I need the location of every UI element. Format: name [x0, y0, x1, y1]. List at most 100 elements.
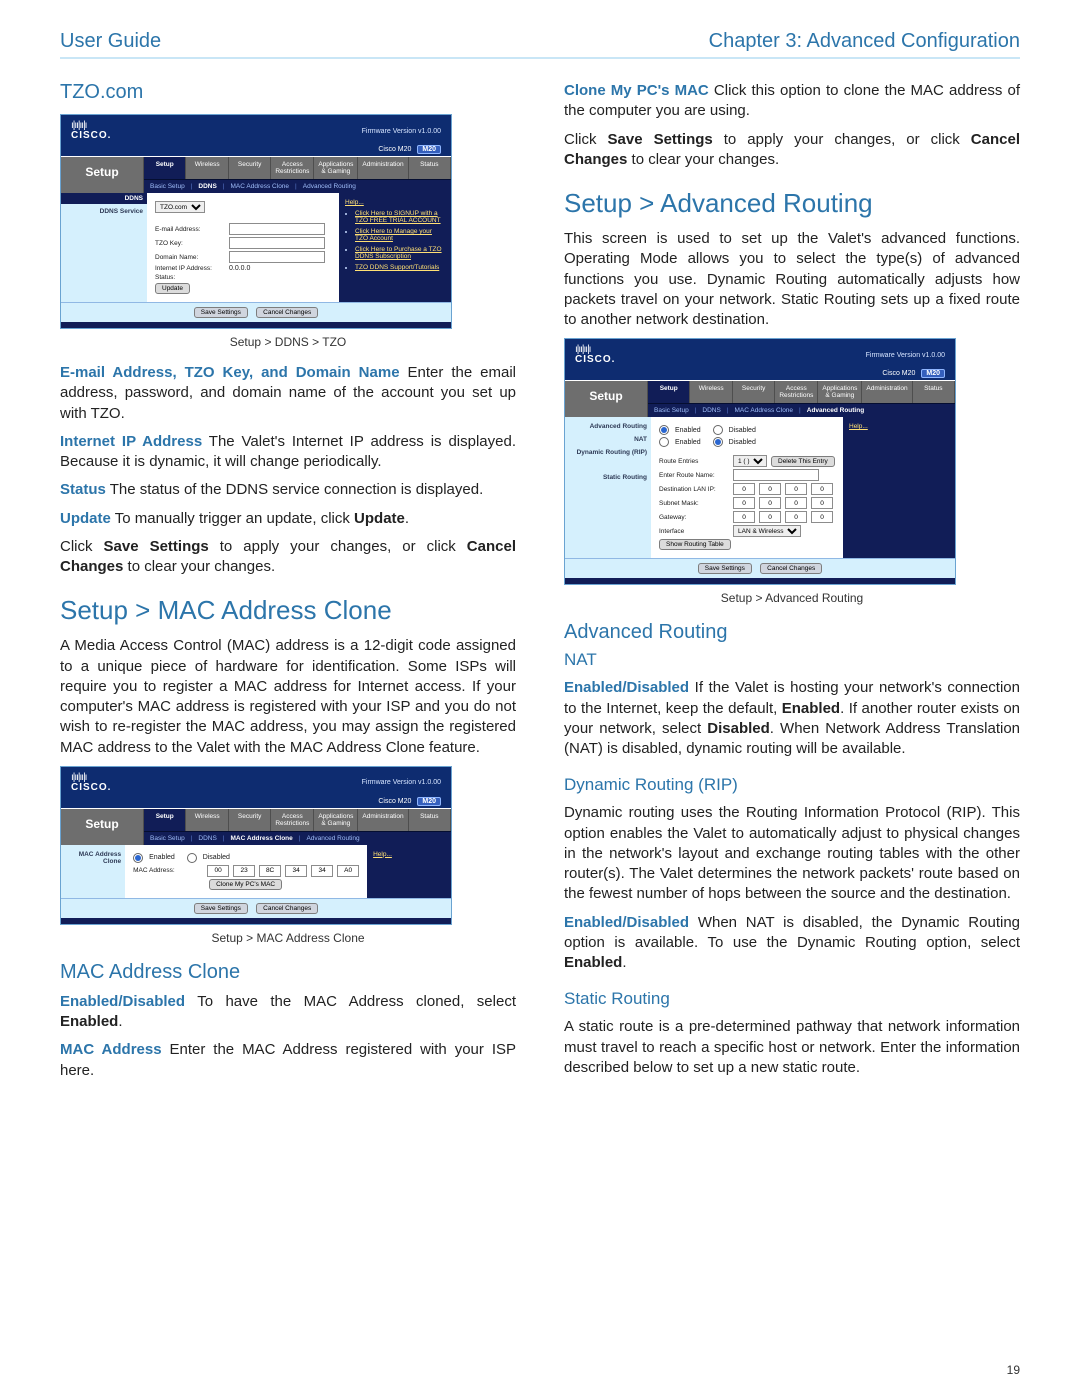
tab-admin[interactable]: Administration [358, 809, 408, 831]
mac-3[interactable] [285, 865, 307, 877]
update-button[interactable]: Update [155, 283, 190, 294]
clone-mac-para: Clone My PC's MAC Click this option to c… [564, 81, 1020, 122]
mac-5[interactable] [337, 865, 359, 877]
mac-sub: MAC Address Clone [60, 961, 516, 984]
tab-security[interactable]: Security [229, 809, 271, 831]
screenshot-advanced-routing: ı|ıı|ıı|ıCISCO. Firmware Version v1.0.00… [564, 338, 956, 585]
tab-status[interactable]: Status [409, 157, 451, 179]
header-right: Chapter 3: Advanced Configuration [709, 30, 1020, 53]
help-item[interactable]: Click Here to Purchase a TZO DDNS Subscr… [355, 246, 445, 260]
nat-enabled[interactable] [659, 425, 669, 435]
para-save: Click Save Settings to apply your change… [60, 537, 516, 578]
cancel-button[interactable]: Cancel Changes [256, 903, 318, 914]
tab-apps[interactable]: Applications & Gaming [314, 157, 358, 179]
tab-setup[interactable]: Setup [144, 809, 186, 831]
para-status: Status The status of the DDNS service co… [60, 480, 516, 500]
cisco-logo: ı|ıı|ıı|ı CISCO. [71, 121, 111, 141]
model-label: Cisco M20 [378, 146, 411, 153]
route-name[interactable] [733, 469, 819, 481]
tab-wireless[interactable]: Wireless [186, 157, 228, 179]
static-para: A static route is a pre-determined pathw… [564, 1017, 1020, 1078]
mac-1[interactable] [233, 865, 255, 877]
tab-setup[interactable]: Setup [144, 157, 186, 179]
page-header: User Guide Chapter 3: Advanced Configura… [60, 30, 1020, 59]
right-column: Clone My PC's MAC Click this option to c… [564, 73, 1020, 1089]
para-update: Update To manually trigger an update, cl… [60, 509, 516, 529]
firmware-label: Firmware Version v1.0.00 [362, 779, 441, 786]
subtab-ddns[interactable]: DDNS [198, 183, 216, 190]
lbl-ip: Internet IP Address: [155, 265, 225, 272]
rip-disabled[interactable] [713, 437, 723, 447]
rip-para2: Enabled/Disabled When NAT is disabled, t… [564, 913, 1020, 974]
rip-para1: Dynamic routing uses the Routing Informa… [564, 803, 1020, 904]
para-ip: Internet IP Address The Valet's Internet… [60, 432, 516, 473]
mac-p2: MAC Address Enter the MAC Address regist… [60, 1040, 516, 1081]
rip-enabled[interactable] [659, 437, 669, 447]
domain-field[interactable] [229, 251, 325, 263]
cisco-logo: ı|ıı|ıı|ıCISCO. [71, 773, 111, 793]
screenshot-mac-clone: ı|ıı|ıı|ıCISCO. Firmware Version v1.0.00… [60, 766, 452, 925]
save-para: Click Save Settings to apply your change… [564, 130, 1020, 171]
screenshot-ddns-tzo: ı|ıı|ıı|ı CISCO. Firmware Version v1.0.0… [60, 114, 452, 329]
route-select[interactable]: 1 ( ) [733, 455, 767, 467]
radio-disabled[interactable] [187, 853, 197, 863]
iface-select[interactable]: LAN & Wireless [733, 525, 801, 537]
tab-access[interactable]: Access Restrictions [271, 157, 314, 179]
para-email: E-mail Address, TZO Key, and Domain Name… [60, 363, 516, 424]
clone-mac-button[interactable]: Clone My PC's MAC [209, 879, 282, 890]
subtab-adv[interactable]: Advanced Routing [303, 183, 356, 190]
tzo-heading: TZO.com [60, 81, 516, 104]
tab-security[interactable]: Security [229, 157, 271, 179]
firmware-label: Firmware Version v1.0.00 [362, 128, 441, 135]
ddns-service-select[interactable]: TZO.com [155, 201, 205, 213]
tab-access[interactable]: Access Restrictions [271, 809, 314, 831]
mac-4[interactable] [311, 865, 333, 877]
delete-entry-button[interactable]: Delete This Entry [771, 456, 835, 467]
document-page: User Guide Chapter 3: Advanced Configura… [0, 0, 1080, 1397]
help-link[interactable]: Help... [373, 851, 445, 858]
mac-intro: A Media Access Control (MAC) address is … [60, 636, 516, 758]
subtab-basic[interactable]: Basic Setup [150, 183, 185, 190]
tab-admin[interactable]: Administration [358, 157, 408, 179]
static-label: Static Routing [564, 989, 1020, 1009]
header-left: User Guide [60, 30, 161, 53]
left-column: TZO.com ı|ıı|ıı|ı CISCO. Firmware Versio… [60, 73, 516, 1089]
subtab-mac[interactable]: MAC Address Clone [231, 183, 290, 190]
cancel-button[interactable]: Cancel Changes [760, 563, 822, 574]
tab-status[interactable]: Status [409, 809, 451, 831]
model-badge: M20 [417, 145, 441, 154]
caption-shot1: Setup > DDNS > TZO [60, 335, 516, 349]
caption-shot3: Setup > Advanced Routing [564, 591, 1020, 605]
help-item[interactable]: Click Here to Manage your TZO Account [355, 228, 445, 242]
lbl-email: E-mail Address: [155, 226, 225, 233]
ip-value: 0.0.0.0 [229, 265, 250, 272]
save-button[interactable]: Save Settings [698, 563, 752, 574]
group-ddns-service: DDNS Service [65, 208, 143, 215]
lbl-tzokey: TZO Key: [155, 240, 225, 247]
mac-p1: Enabled/Disabled To have the MAC Address… [60, 992, 516, 1033]
radio-enabled[interactable] [133, 853, 143, 863]
mac-2[interactable] [259, 865, 281, 877]
tab-apps[interactable]: Applications & Gaming [314, 809, 358, 831]
email-field[interactable] [229, 223, 325, 235]
rip-label: Dynamic Routing (RIP) [564, 775, 1020, 795]
lbl-status: Status: [155, 274, 225, 281]
nat-disabled[interactable] [713, 425, 723, 435]
cancel-button[interactable]: Cancel Changes [256, 307, 318, 318]
show-routing-table-button[interactable]: Show Routing Table [659, 539, 731, 550]
mac-heading: Setup > MAC Address Clone [60, 595, 516, 626]
group-ddns: DDNS [61, 193, 147, 204]
adv-sub: Advanced Routing [564, 621, 1020, 644]
tzokey-field[interactable] [229, 237, 325, 249]
tab-wireless[interactable]: Wireless [186, 809, 228, 831]
help-item[interactable]: Click Here to SIGNUP with a TZO FREE TRI… [355, 210, 445, 224]
save-button[interactable]: Save Settings [194, 903, 248, 914]
help-link[interactable]: Help... [345, 199, 445, 206]
mac-0[interactable] [207, 865, 229, 877]
adv-heading: Setup > Advanced Routing [564, 188, 1020, 219]
page-number: 19 [1007, 1363, 1020, 1377]
help-link[interactable]: Help... [849, 423, 949, 430]
help-item[interactable]: TZO DDNS Support/Tutorials [355, 264, 445, 271]
save-button[interactable]: Save Settings [194, 307, 248, 318]
nat-label: NAT [564, 650, 1020, 670]
